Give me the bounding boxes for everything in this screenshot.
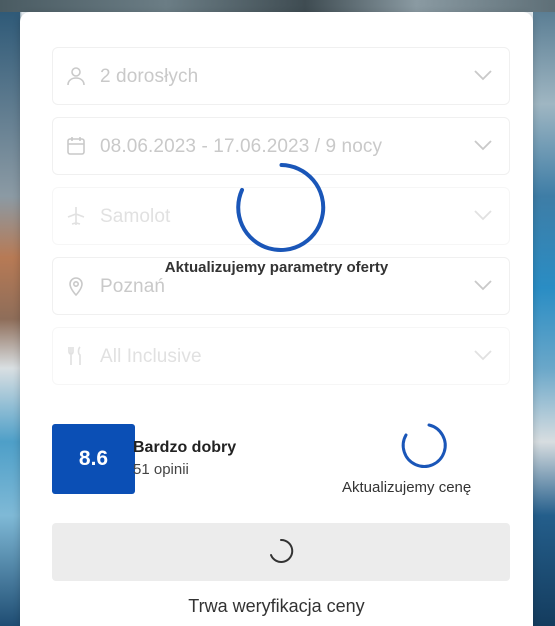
chevron-down-icon	[473, 68, 493, 82]
offer-loading-spinner-icon	[234, 160, 329, 255]
verify-status-label: Trwa weryfikacja ceny	[188, 596, 365, 616]
rating-score: 8.6	[78, 447, 109, 470]
board-value: All Inclusive	[100, 346, 202, 367]
chevron-down-icon	[473, 348, 493, 362]
chevron-down-icon	[473, 138, 493, 152]
person-icon	[65, 65, 87, 87]
guests-value: 2 dorosłych	[100, 66, 199, 87]
board-select[interactable]: All Inclusive	[52, 327, 510, 385]
location-pin-icon	[65, 275, 87, 297]
background-right-strip	[533, 12, 555, 626]
transport-value: Samolot	[100, 206, 171, 227]
offer-loading-label: Aktualizujemy parametry oferty	[164, 259, 389, 276]
price-loading-spinner-icon	[399, 421, 449, 471]
cutlery-icon	[65, 345, 87, 367]
chevron-down-icon	[473, 208, 493, 222]
plane-icon	[65, 205, 87, 227]
button-spinner-icon	[267, 537, 295, 568]
departure-value: Poznań	[100, 276, 166, 297]
background-left-strip	[0, 12, 20, 626]
chevron-down-icon	[473, 278, 493, 292]
rating-title: Bardzo dobry	[133, 439, 237, 456]
rating-reviews-link[interactable]: 51 opinii	[133, 461, 189, 478]
guests-select[interactable]: 2 dorosłych	[52, 47, 510, 105]
dates-value: 08.06.2023 - 17.06.2023 / 9 nocy	[100, 136, 383, 157]
rating-score-badge: 8.6	[52, 424, 135, 494]
verify-price-button[interactable]	[52, 523, 510, 581]
offer-booking-card: 2 dorosłych 08.06.2023 - 17.06.2023 / 9 …	[20, 12, 533, 626]
background-top-strip	[0, 0, 555, 12]
calendar-icon	[65, 135, 87, 157]
price-loading-label: Aktualizujemy cenę	[342, 479, 472, 496]
